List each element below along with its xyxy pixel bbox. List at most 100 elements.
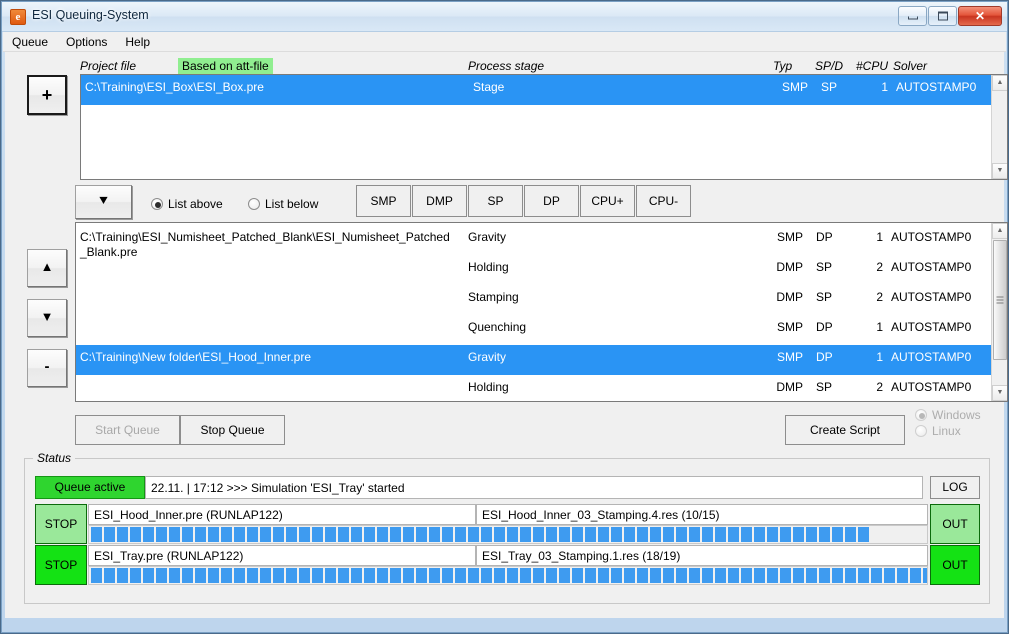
progress-segment (806, 527, 817, 542)
job-stop-button[interactable]: STOP (35, 504, 87, 544)
progress-segment (117, 568, 128, 583)
job-stop-button[interactable]: STOP (35, 545, 87, 585)
cell-typ: DMP (776, 260, 803, 274)
queue-list-bottom[interactable]: C:\Training\ESI_Numisheet_Patched_Blank\… (75, 222, 1008, 402)
move-to-queue-button[interactable]: ⯆ (75, 185, 132, 219)
header-process-stage: Process stage (468, 59, 545, 73)
table-row[interactable]: Stamping DMP SP 2 AUTOSTAMP0 (76, 285, 1007, 315)
progress-segment (247, 568, 258, 583)
progress-segment (585, 568, 596, 583)
button-smp[interactable]: SMP (356, 185, 411, 217)
progress-segment (221, 527, 232, 542)
table-row[interactable]: Quenching SMP DP 1 AUTOSTAMP0 (76, 315, 1007, 345)
button-dp[interactable]: DP (524, 185, 579, 217)
radio-platform-linux[interactable]: Linux (915, 424, 961, 438)
progress-segment (754, 568, 765, 583)
progress-segment (702, 568, 713, 583)
button-cpu-minus[interactable]: CPU- (636, 185, 691, 217)
progress-segment (130, 568, 141, 583)
start-queue-button[interactable]: Start Queue (75, 415, 180, 445)
radio-list-above[interactable]: List above (151, 197, 223, 211)
status-group-title: Status (33, 451, 76, 465)
cell-spd: SP (821, 80, 838, 94)
progress-segment (169, 527, 180, 542)
scrollbar-thumb[interactable] (993, 240, 1007, 360)
table-row[interactable]: C:\Training\ESI_Box\ESI_Box.pre Stage SMP S… (81, 75, 1007, 105)
radio-list-below[interactable]: List below (248, 197, 318, 211)
top-list-scrollbar[interactable]: ▲ ▼ (991, 75, 1007, 179)
cell-process-stage: Stamping (468, 290, 519, 304)
cell-typ: SMP (776, 350, 803, 364)
progress-segment (234, 527, 245, 542)
project-list-top[interactable]: C:\Training\ESI_Box\ESI_Box.pre Stage SMP S… (80, 74, 1008, 180)
progress-segment (468, 568, 479, 583)
progress-segment (325, 568, 336, 583)
progress-segment (611, 568, 622, 583)
window-title: ESI Queuing-System (32, 8, 149, 22)
scroll-down-icon[interactable]: ▼ (992, 163, 1007, 179)
maximize-button[interactable] (928, 6, 957, 26)
menu-item-help[interactable]: Help (116, 33, 159, 51)
job-out-button[interactable]: OUT (930, 545, 980, 585)
progress-segment (507, 527, 518, 542)
progress-segment (273, 527, 284, 542)
table-row[interactable]: C:\Training\New folder\ESI_Hood_Inner.pr… (76, 345, 1007, 375)
progress-segment (520, 527, 531, 542)
cell-typ: SMP (781, 80, 808, 94)
progress-segment (845, 527, 856, 542)
progress-segment (299, 568, 310, 583)
bottom-list-scrollbar[interactable]: ▲ ▼ (991, 223, 1007, 401)
progress-segment (208, 568, 219, 583)
cell-spd: SP (816, 290, 833, 304)
button-dmp[interactable]: DMP (412, 185, 467, 217)
add-project-button[interactable]: + (27, 75, 67, 115)
minimize-button[interactable] (898, 6, 927, 26)
progress-segment (156, 527, 167, 542)
progress-segment (338, 568, 349, 583)
progress-segment (637, 568, 648, 583)
table-row[interactable]: Holding DMP SP 2 AUTOSTAMP0 (76, 375, 1007, 401)
cell-cpu: 1 (881, 80, 888, 94)
table-row[interactable]: C:\Training\ESI_Numisheet_Patched_Blank\… (76, 225, 1007, 259)
scroll-down-icon[interactable]: ▼ (992, 385, 1007, 401)
menu-item-queue[interactable]: Queue (3, 33, 57, 51)
progress-segment (182, 527, 193, 542)
esi-logo-icon: e (10, 9, 26, 25)
progress-segment (819, 527, 830, 542)
button-cpu-plus[interactable]: CPU+ (580, 185, 635, 217)
progress-segment (286, 568, 297, 583)
progress-segment (689, 568, 700, 583)
scroll-up-icon[interactable]: ▲ (992, 75, 1007, 91)
create-script-button[interactable]: Create Script (785, 415, 905, 445)
progress-segment (728, 568, 739, 583)
job-out-button[interactable]: OUT (930, 504, 980, 544)
progress-segment (403, 527, 414, 542)
move-down-button[interactable]: ▼ (27, 299, 67, 337)
button-sp[interactable]: SP (468, 185, 523, 217)
log-button[interactable]: LOG (930, 476, 980, 499)
progress-segment (208, 527, 219, 542)
table-row[interactable]: Holding DMP SP 2 AUTOSTAMP0 (76, 255, 1007, 285)
cell-solver: AUTOSTAMP0 (896, 80, 977, 94)
radio-platform-windows[interactable]: Windows (915, 408, 981, 422)
progress-segment (533, 568, 544, 583)
cell-typ: DMP (776, 290, 803, 304)
progress-segment (520, 568, 531, 583)
job-name: ESI_Tray.pre (RUNLAP122) (88, 545, 476, 566)
remove-project-button[interactable]: - (27, 349, 67, 387)
cell-solver: AUTOSTAMP0 (891, 230, 972, 244)
progress-segment (702, 527, 713, 542)
menu-item-options[interactable]: Options (57, 33, 116, 51)
close-button[interactable]: ✕ (958, 6, 1002, 26)
job-result-file: ESI_Tray_03_Stamping.1.res (18/19) (476, 545, 928, 566)
move-up-button[interactable]: ▲ (27, 249, 67, 287)
cell-spd: SP (816, 380, 833, 394)
progress-segment (299, 527, 310, 542)
stop-queue-button[interactable]: Stop Queue (180, 415, 285, 445)
progress-segment (780, 568, 791, 583)
close-icon: ✕ (974, 9, 986, 23)
cell-process-stage: Holding (468, 380, 509, 394)
scroll-up-icon[interactable]: ▲ (992, 223, 1007, 239)
menu-bar: Queue Options Help (3, 32, 1006, 52)
progress-segment (832, 568, 843, 583)
